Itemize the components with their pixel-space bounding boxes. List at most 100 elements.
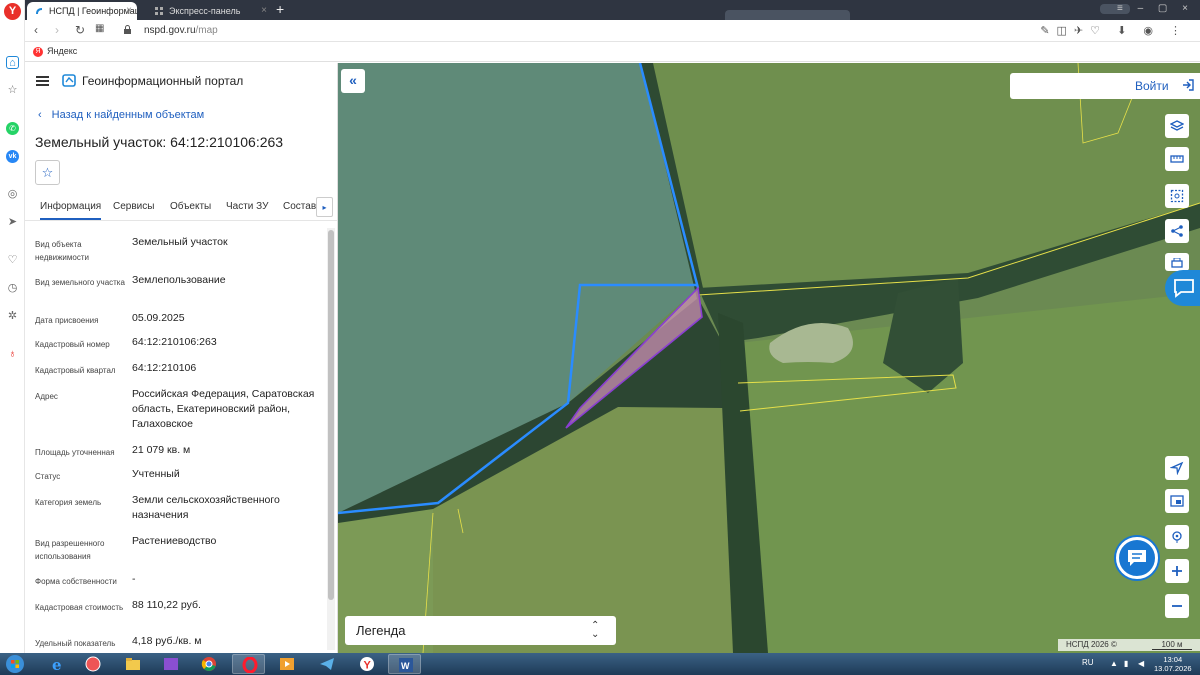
- panel-tabs: Информация Сервисы Объекты Части ЗУ Сост…: [25, 194, 337, 221]
- login-button[interactable]: Войти: [1010, 73, 1200, 99]
- tab-services[interactable]: Сервисы: [113, 201, 154, 212]
- attribute-value: 4,18 руб./кв. м: [132, 635, 202, 647]
- forward-arrow-icon[interactable]: ›: [55, 23, 59, 37]
- collapse-panel-button[interactable]: «: [341, 69, 365, 93]
- tab-parts[interactable]: Части ЗУ: [226, 201, 268, 212]
- back-to-results-link[interactable]: ‹ Назад к найденным объектам: [38, 109, 204, 121]
- taskbar-telegram[interactable]: [310, 654, 343, 674]
- measure-button[interactable]: [1165, 147, 1189, 171]
- menu-icon[interactable]: [36, 76, 49, 86]
- new-tab-icon[interactable]: +: [276, 1, 284, 17]
- url-field[interactable]: nspd.gov.ru/map: [144, 25, 218, 36]
- back-arrow-icon[interactable]: ‹: [34, 23, 38, 37]
- browser-tab-nspd[interactable]: НСПД | Геоинформационн ×: [27, 2, 137, 20]
- satellite-map[interactable]: [338, 63, 1200, 653]
- attribute-label: Площадь уточненная: [35, 448, 115, 457]
- attribute-value: 64:12:210106:263: [132, 336, 217, 348]
- attribute-label: Вид земельного участка: [35, 278, 125, 287]
- select-area-button[interactable]: [1165, 184, 1189, 208]
- heart-icon[interactable]: ♡: [6, 254, 19, 267]
- print-button[interactable]: [1165, 253, 1189, 271]
- attribute-label: Удельный показатель: [35, 639, 116, 648]
- legend-dropdown[interactable]: Легенда ⌃ ⌄: [345, 616, 616, 645]
- url-host: nspd.gov.ru: [144, 25, 196, 36]
- language-indicator[interactable]: RU: [1082, 658, 1094, 667]
- taskbar-chrome[interactable]: [192, 654, 225, 674]
- geolocation-button[interactable]: [1165, 525, 1189, 549]
- chevron-updown-icon: ⌃ ⌄: [591, 620, 600, 640]
- tab-label: Экспресс-панель: [169, 6, 241, 16]
- window-controls-icon[interactable]: ≡ – ▢ ×: [1117, 3, 1194, 14]
- browser-tab-express[interactable]: Экспресс-панель ×: [147, 2, 272, 20]
- tab-label: НСПД | Геоинформационн: [49, 6, 137, 16]
- send-icon[interactable]: ➤: [6, 216, 19, 229]
- favorite-star-icon[interactable]: ☆: [35, 160, 60, 185]
- map-view[interactable]: « Войти Легенда ⌃ ⌄ НСПД 2026 © 100 м: [338, 63, 1200, 653]
- apps-grid-icon[interactable]: ▦: [95, 23, 104, 34]
- scrollbar-thumb[interactable]: [328, 230, 334, 600]
- volume-icon[interactable]: ◀: [1138, 659, 1144, 668]
- panel-scrollbar[interactable]: [327, 228, 335, 650]
- share-button[interactable]: [1165, 219, 1189, 243]
- minimap-button[interactable]: [1165, 489, 1189, 513]
- assistant-badge[interactable]: [1165, 270, 1200, 306]
- tab-information[interactable]: Информация: [40, 201, 102, 220]
- folder-icon: [126, 658, 140, 670]
- locate-icon: [1170, 461, 1184, 475]
- browser-tabbar: НСПД | Геоинформационн × Экспресс-панель…: [0, 0, 1200, 20]
- chat-button[interactable]: [1116, 537, 1158, 579]
- history-icon[interactable]: ◷: [6, 282, 19, 295]
- attribute-label: Категория земель: [35, 498, 102, 507]
- home-icon[interactable]: ⌂: [6, 56, 19, 69]
- zoom-out-icon: [1172, 605, 1182, 607]
- attribute-value: Российская Федерация, Саратовская област…: [132, 388, 315, 430]
- taskbar-ie[interactable]: e: [40, 654, 73, 674]
- chat-bubble-icon: [1174, 279, 1194, 298]
- taskbar-yandex[interactable]: Y: [350, 654, 383, 674]
- close-icon[interactable]: ×: [126, 5, 132, 16]
- attribute-value: 64:12:210106: [132, 362, 197, 374]
- play-circle-icon[interactable]: ◎: [6, 188, 19, 201]
- chrome-icon: [201, 657, 216, 671]
- yandex-browser-icon: Y: [360, 657, 374, 672]
- telegram-icon: [320, 658, 334, 670]
- object-info-panel: Геоинформационный портал ‹ Назад к найден…: [25, 63, 338, 653]
- tray-arrow-icon[interactable]: ▲: [1110, 659, 1118, 668]
- toolbar-icons[interactable]: ✎◫✈♡ ⬇ ◉ ⋮: [1040, 24, 1188, 37]
- attribute-label: Статус: [35, 472, 61, 481]
- tab-objects[interactable]: Объекты: [170, 201, 211, 212]
- zoom-in-button[interactable]: [1165, 559, 1189, 583]
- windows-taskbar: e Y W RU ▲ ▮ ◀ 13:04 13.07.2026: [0, 653, 1200, 675]
- zoom-out-button[interactable]: [1165, 594, 1189, 618]
- clock[interactable]: 13:04 13.07.2026: [1154, 655, 1192, 673]
- layers-button[interactable]: [1165, 114, 1189, 138]
- settings-icon[interactable]: ✲: [6, 310, 19, 323]
- tab-composition[interactable]: Состав: [283, 201, 316, 212]
- yandex-logo[interactable]: Y: [4, 3, 21, 20]
- taskbar-explorer[interactable]: [116, 654, 149, 674]
- taskbar-opera[interactable]: [232, 654, 265, 674]
- media-icon: [164, 658, 178, 670]
- map-attribution: НСПД 2026 © 100 м: [1058, 639, 1200, 651]
- taskbar-app2[interactable]: [154, 654, 187, 674]
- close-icon[interactable]: ×: [261, 5, 267, 16]
- locate-button[interactable]: [1165, 456, 1189, 480]
- vk-icon[interactable]: vk: [6, 150, 19, 163]
- attribute-label: Форма собственности: [35, 577, 117, 586]
- attribute-value: -: [132, 573, 136, 585]
- portal-logo: [62, 74, 76, 87]
- chevron-left-icon: ‹: [38, 109, 42, 121]
- bookmark-star-icon[interactable]: ☆: [6, 84, 19, 97]
- bookmark-yandex[interactable]: Я Яндекс: [33, 46, 77, 57]
- taskbar-word[interactable]: W: [388, 654, 421, 674]
- taskbar-player[interactable]: [270, 654, 303, 674]
- reload-icon[interactable]: ↻: [75, 23, 85, 37]
- attribute-value: Учтенный: [132, 468, 180, 480]
- windows-start-icon[interactable]: [3, 653, 27, 675]
- share-icon: [1171, 225, 1183, 237]
- taskbar-app[interactable]: [76, 654, 109, 674]
- alice-icon[interactable]: ♁: [6, 348, 19, 361]
- whatsapp-icon[interactable]: ✆: [6, 122, 19, 135]
- network-icon[interactable]: ▮: [1124, 659, 1128, 668]
- tabs-scroll-right-icon[interactable]: ▸: [316, 197, 333, 217]
